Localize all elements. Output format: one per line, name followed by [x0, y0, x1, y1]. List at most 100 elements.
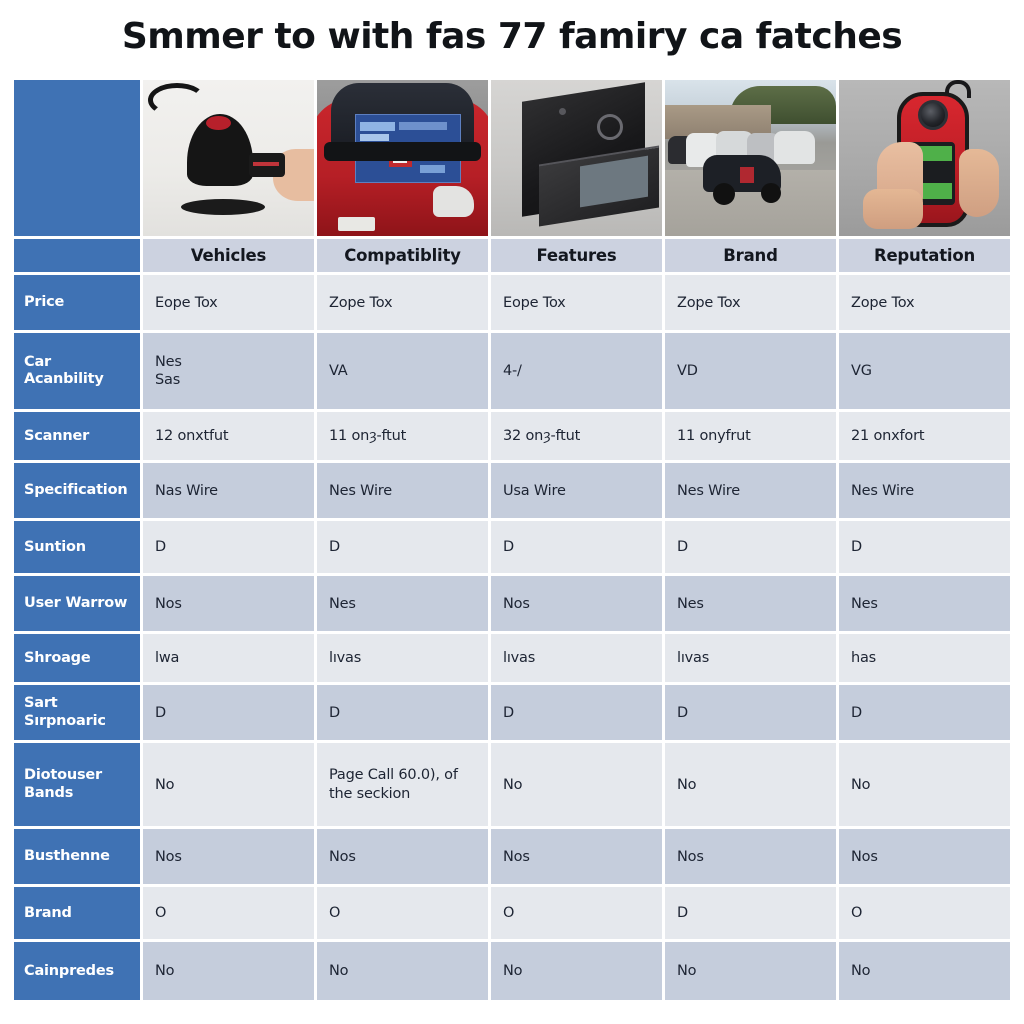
table-cell: Nes Sas [143, 333, 314, 410]
table-cell: 32 onȝ-ftut [491, 412, 662, 461]
table-cell: Nos [143, 829, 314, 885]
table-cell: Nes [665, 576, 836, 632]
row-label[interactable]: Busthenne [14, 829, 140, 885]
table-row: Brand O O O D O [14, 887, 1010, 940]
table-cell: Usa Wire [491, 463, 662, 519]
table-row: Suntion D D D D D [14, 521, 1010, 574]
table-cell: VG [839, 333, 1010, 410]
table-cell: D [491, 685, 662, 741]
table-cell: Nes Wire [665, 463, 836, 519]
table-cell: No [491, 743, 662, 827]
table-cell: Zope Tox [839, 275, 1010, 331]
table-cell: Nos [491, 576, 662, 632]
table-cell: No [143, 743, 314, 827]
table-cell: Nos [143, 576, 314, 632]
header-corner-cell [14, 239, 140, 273]
table-cell: O [317, 887, 488, 940]
column-header-brand[interactable]: Brand [665, 239, 836, 273]
row-label[interactable]: Shroage [14, 634, 140, 683]
table-cell: D [143, 685, 314, 741]
table-cell: D [491, 521, 662, 574]
table-row: Busthenne Nos Nos Nos Nos Nos [14, 829, 1010, 885]
table-cell: Page Call 60.0), of the seckion [317, 743, 488, 827]
table-row: Sart Sırpnoaric D D D D D [14, 685, 1010, 741]
row-label[interactable]: Specification [14, 463, 140, 519]
table-cell: Nes Wire [317, 463, 488, 519]
column-header-reputation[interactable]: Reputation [839, 239, 1010, 273]
table-cell: Nos [839, 829, 1010, 885]
table-cell: 11 onyfrut [665, 412, 836, 461]
table-cell: Eope Tox [143, 275, 314, 331]
row-label[interactable]: Scanner [14, 412, 140, 461]
row-label[interactable]: Brand [14, 887, 140, 940]
table-cell: O [491, 887, 662, 940]
column-header-vehicles[interactable]: Vehicles [143, 239, 314, 273]
table-cell: D [839, 685, 1010, 741]
table-cell: VA [317, 333, 488, 410]
table-cell: lıvas [665, 634, 836, 683]
table-row: Price Eope Tox Zope Tox Eope Tox Zope Tox Zop… [14, 275, 1010, 331]
table-cell: Zope Tox [317, 275, 488, 331]
table-row: Diotouser Bands No Page Call 60.0), of the… [14, 743, 1010, 827]
table-row: Scanner 12 onxtfut 11 onȝ-ftut 32 onȝ-ftut 1… [14, 412, 1010, 461]
corner-blank-cell [14, 80, 140, 236]
row-label[interactable]: Price [14, 275, 140, 331]
comparison-table: Vehicles Compatiblity Features Brand Rep… [14, 80, 1010, 1003]
table-cell: Nes Wire [839, 463, 1010, 519]
table-cell: Nes [839, 576, 1010, 632]
table-cell: D [317, 685, 488, 741]
table-cell: Eope Tox [491, 275, 662, 331]
row-label[interactable]: Car Acanbility [14, 333, 140, 410]
table-cell: VD [665, 333, 836, 410]
table-cell: D [143, 521, 314, 574]
table-cell: D [665, 685, 836, 741]
table-cell: D [665, 887, 836, 940]
row-label[interactable]: Suntion [14, 521, 140, 574]
image-strip-row [14, 80, 1010, 236]
table-cell: 12 onxtfut [143, 412, 314, 461]
column-header-features[interactable]: Features [491, 239, 662, 273]
column-header-row: Vehicles Compatiblity Features Brand Rep… [14, 239, 1010, 273]
table-cell: No [317, 942, 488, 1001]
table-cell: Nos [317, 829, 488, 885]
table-cell: No [839, 942, 1010, 1001]
column-header-compatiblity[interactable]: Compatiblity [317, 239, 488, 273]
product-image-3 [491, 80, 662, 236]
table-row: Car Acanbility Nes Sas VA 4-/VD VG [14, 333, 1010, 410]
table-row: Specification Nas Wire Nes Wire Usa Wire Nes… [14, 463, 1010, 519]
table-cell: D [839, 521, 1010, 574]
table-cell: No [665, 743, 836, 827]
table-cell: No [839, 743, 1010, 827]
row-label[interactable]: Sart Sırpnoaric [14, 685, 140, 741]
table-cell: 4-/ [491, 333, 662, 410]
row-label[interactable]: Diotouser Bands [14, 743, 140, 827]
table-cell: Zope Tox [665, 275, 836, 331]
table-cell: lwa [143, 634, 314, 683]
comparison-table-page: Smmer to with fas 77 famiry ca fatches V… [0, 0, 1024, 1024]
product-image-1 [143, 80, 314, 236]
row-label[interactable]: User Warrow [14, 576, 140, 632]
table-cell: lıvas [491, 634, 662, 683]
table-cell: No [665, 942, 836, 1001]
table-cell: O [839, 887, 1010, 940]
page-title: Smmer to with fas 77 famiry ca fatches [121, 16, 903, 57]
row-label[interactable]: Cainpredes [14, 942, 140, 1001]
table-cell: D [317, 521, 488, 574]
table-cell: 11 onȝ-ftut [317, 412, 488, 461]
table-cell: O [143, 887, 314, 940]
table-cell: Nos [665, 829, 836, 885]
table-cell: Nes [317, 576, 488, 632]
table-row: Cainpredes No No No No No [14, 942, 1010, 1001]
table-cell: No [143, 942, 314, 1001]
table-cell: has [839, 634, 1010, 683]
table-row: User Warrow Nos Nes Nos Nes Nes [14, 576, 1010, 632]
product-image-2 [317, 80, 488, 236]
table-cell: lıvas [317, 634, 488, 683]
table-cell: 21 onxfort [839, 412, 1010, 461]
table-cell: No [491, 942, 662, 1001]
product-image-5 [839, 80, 1010, 236]
table-cell: Nas Wire [143, 463, 314, 519]
table-cell: D [665, 521, 836, 574]
product-image-4 [665, 80, 836, 236]
table-row: Shroage lwa lıvas lıvas lıvas has [14, 634, 1010, 683]
